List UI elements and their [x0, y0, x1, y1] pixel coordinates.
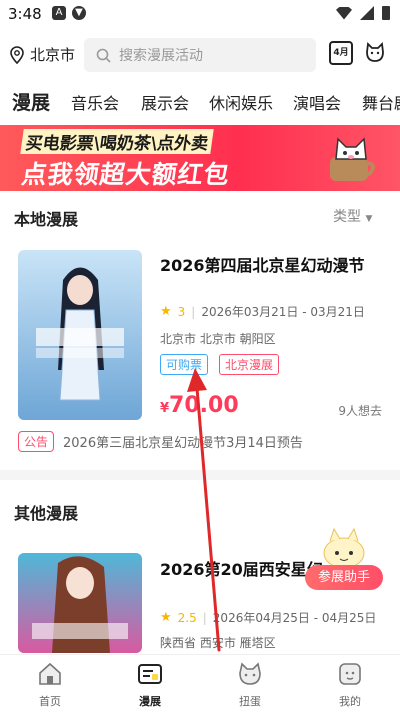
bottom-nav: 首页 漫展 扭蛋 我的	[0, 654, 400, 711]
announcement[interactable]: 公告 2026第三届北京星幻动漫节3月14日预告	[18, 431, 303, 452]
event-meta: ★ 2.5 | 2026年04月25日 - 04月25日	[160, 609, 376, 626]
divider: |	[202, 610, 207, 625]
assistant-mascot-icon[interactable]	[318, 523, 370, 569]
event-poster-image	[18, 250, 142, 420]
announcement-badge: 公告	[18, 431, 55, 452]
top-bar: 北京市 搜索漫展活动 4月	[0, 34, 400, 74]
customer-service-cat-icon[interactable]	[364, 42, 386, 64]
event-title: 2026第四届北京星幻动漫节	[160, 256, 365, 275]
profile-icon	[339, 663, 361, 685]
nav-expo[interactable]: 漫展	[100, 655, 200, 712]
tab-leisure[interactable]: 休闲娱乐	[209, 90, 273, 114]
location-label: 北京市	[30, 46, 76, 64]
banner-line2: 点我领超大额红包	[19, 160, 232, 189]
status-time: 3:48	[8, 5, 42, 23]
type-filter[interactable]: 类型 ▼	[333, 206, 372, 226]
calendar-button[interactable]: 4月	[329, 41, 353, 65]
section-divider	[0, 470, 400, 480]
promo-banner[interactable]: 买电影票\喝奶茶\点外卖 点我领超大额红包	[0, 125, 400, 191]
tab-live-concert[interactable]: 演唱会	[293, 90, 341, 114]
location-selector[interactable]: 北京市	[10, 44, 75, 65]
banner-cat-cup-illustration	[330, 137, 375, 181]
event-dates: 2026年03月21日 - 03月21日	[201, 305, 365, 319]
tag-beijing-expo: 北京漫展	[219, 354, 280, 375]
expo-icon	[138, 664, 162, 684]
local-section-title: 本地漫展	[14, 210, 79, 229]
dropdown-triangle-icon: ▼	[365, 214, 373, 224]
search-placeholder: 搜索漫展活动	[119, 48, 203, 64]
notification-shield-icon: ▼	[72, 6, 86, 20]
home-icon	[39, 662, 61, 685]
calendar-label: 4月	[333, 48, 349, 58]
assistant-button[interactable]: 参展助手	[305, 565, 383, 590]
status-bar: 3:48 A ▼	[0, 0, 400, 28]
event-address: 北京市 北京市 朝阳区	[160, 332, 276, 346]
search-icon	[96, 48, 111, 63]
battery-icon	[382, 6, 390, 20]
tab-exhibition[interactable]: 展示会	[141, 90, 189, 114]
tab-comic-expo[interactable]: 漫展	[10, 88, 53, 115]
tab-stage-play[interactable]: 舞台剧	[362, 90, 400, 114]
nav-home[interactable]: 首页	[0, 655, 100, 712]
event-poster-image	[18, 553, 142, 653]
event-price: ¥70.00	[160, 393, 239, 418]
other-section-title: 其他漫展	[14, 504, 79, 523]
capsule-cat-icon	[239, 662, 261, 685]
tab-concert-music[interactable]: 音乐会	[71, 90, 119, 114]
nav-profile[interactable]: 我的	[300, 655, 400, 712]
search-input[interactable]: 搜索漫展活动	[84, 38, 316, 72]
star-icon: ★	[160, 304, 172, 319]
tag-tickets-available: 可购票	[160, 354, 209, 375]
event-dates: 2026年04月25日 - 04月25日	[212, 611, 377, 625]
notification-a-icon: A	[52, 6, 66, 20]
event-title: 2026第20届西安星幻	[160, 560, 323, 579]
category-tabs: 漫展 音乐会 展示会 休闲娱乐 演唱会 舞台剧	[0, 86, 400, 120]
nav-capsule[interactable]: 扭蛋	[200, 655, 300, 712]
event-address: 陕西省 西安市 雁塔区	[160, 636, 276, 650]
event-rating: 2.5	[177, 610, 197, 625]
event-interest-count: 9人想去	[338, 404, 382, 418]
banner-line1: 买电影票\喝奶茶\点外卖	[20, 129, 215, 154]
event-rating: 3	[177, 304, 186, 319]
wifi-icon	[336, 6, 352, 20]
event-meta: ★ 3 | 2026年03月21日 - 03月21日	[160, 303, 365, 320]
divider: |	[191, 304, 196, 319]
announcement-text: 2026第三届北京星幻动漫节3月14日预告	[63, 436, 303, 451]
signal-icon	[360, 6, 374, 20]
location-pin-icon	[10, 45, 24, 64]
star-icon: ★	[160, 610, 172, 625]
